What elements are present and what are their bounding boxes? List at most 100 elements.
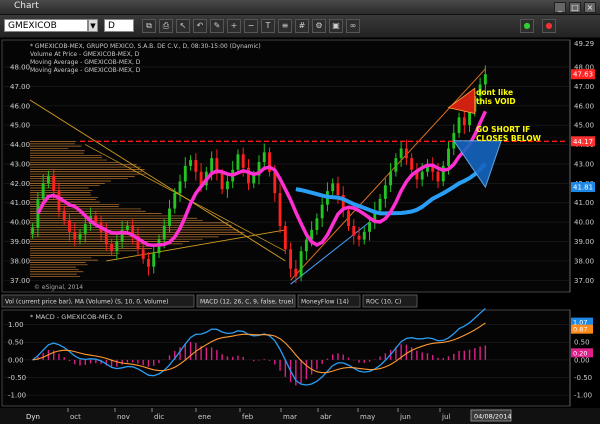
indicator-tabs: Vol (current price bar), MA (Volume) (S,… xyxy=(2,295,417,307)
void-note-text: dont like xyxy=(476,88,513,97)
candle-body xyxy=(184,166,187,182)
candle-body xyxy=(294,269,297,277)
candle-body xyxy=(315,218,318,230)
candle-body xyxy=(337,183,340,195)
candle-body xyxy=(458,117,461,133)
draw-icon[interactable]: ✎ xyxy=(210,19,224,33)
candle-body xyxy=(289,249,292,268)
chart-toolbar: GMEXICOB ▼ D ⧉ ⎙ ↖ ↶ ✎ + − T ≡ # ⚙ ▣ ∞ ● ● xyxy=(0,15,600,38)
indicator-tab-label[interactable]: Vol (current price bar), MA (Volume) (S,… xyxy=(5,299,169,306)
candle-body xyxy=(384,185,387,199)
price-tick-left: 43.00 xyxy=(10,160,30,168)
candle-body xyxy=(194,160,197,172)
macd-tick-right: 0.50 xyxy=(574,339,590,347)
price-header-line: Moving Average - GMEXICOB-MEX, D xyxy=(30,59,141,66)
candle-body xyxy=(58,191,61,210)
candle-body xyxy=(263,152,266,162)
indicator-tab-label[interactable]: ROC (10, C) xyxy=(366,299,401,306)
price-header-line: Moving Average - GMEXICOB-MEX, D xyxy=(30,67,141,74)
window-title: Chart xyxy=(14,1,39,11)
dyn-button[interactable]: Dyn xyxy=(26,413,40,421)
lock-icon[interactable]: ▣ xyxy=(329,19,343,33)
candle-body xyxy=(405,148,408,158)
candle-body xyxy=(437,172,440,182)
candle-body xyxy=(252,176,255,184)
symbol-dropdown-icon[interactable]: ▼ xyxy=(88,19,98,32)
candle-body xyxy=(221,174,224,190)
candle-body xyxy=(242,154,245,168)
candle-body xyxy=(410,158,413,170)
green-icon[interactable]: ● xyxy=(520,19,534,33)
zoom-out-icon[interactable]: − xyxy=(244,19,258,33)
candle-body xyxy=(52,176,55,192)
month-label: jun xyxy=(399,413,411,421)
month-label: nov xyxy=(117,413,130,421)
copyright: © eSignal, 2014 xyxy=(34,284,83,291)
price-tick-right: 46.00 xyxy=(574,102,594,110)
undo-icon[interactable]: ↶ xyxy=(193,19,207,33)
price-tick-left: 40.00 xyxy=(10,219,30,227)
candle-body xyxy=(394,158,397,172)
price-tick-left: 47.00 xyxy=(10,83,30,91)
indicator-tab-label[interactable]: MACD (12, 26, C, 9, false, true) xyxy=(200,299,294,306)
candle-body xyxy=(189,160,192,166)
candle-body xyxy=(142,249,145,259)
macd-tick-left: -0.50 xyxy=(8,374,26,382)
text-icon[interactable]: T xyxy=(261,19,275,33)
close-icon[interactable]: × xyxy=(584,2,596,13)
candle-body xyxy=(352,226,355,236)
resistance-badge: 44.17 xyxy=(573,138,593,146)
candle-body xyxy=(400,148,403,158)
candle-body xyxy=(305,240,308,252)
candle-body xyxy=(447,148,450,165)
cursor-icon[interactable]: ↖ xyxy=(176,19,190,33)
candle-body xyxy=(226,181,229,189)
chart-area[interactable]: 37.00 37.00 38.00 38.00 39.00 39.00 40.00 40.00… xyxy=(0,38,600,424)
link-icon[interactable]: ∞ xyxy=(346,19,360,33)
print-icon[interactable]: ⎙ xyxy=(159,19,173,33)
candle-body xyxy=(110,243,113,251)
candle-body xyxy=(68,220,71,232)
price-tick-right: 39.00 xyxy=(574,238,594,246)
candle-body xyxy=(484,74,487,84)
zoom-in-icon[interactable]: + xyxy=(227,19,241,33)
window-controls: _ □ × xyxy=(554,2,596,13)
settings-icon[interactable]: ⚙ xyxy=(312,19,326,33)
month-label: may xyxy=(360,413,375,421)
candle-body xyxy=(31,228,34,234)
price-tick-left: 37.00 xyxy=(10,277,30,285)
price-tick-right: 47.00 xyxy=(574,83,594,91)
price-tick-right: 40.00 xyxy=(574,219,594,227)
candle-body xyxy=(63,211,66,221)
candle-body xyxy=(468,112,471,126)
fib-icon[interactable]: ≡ xyxy=(278,19,292,33)
ma-badge: 41.81 xyxy=(573,184,593,192)
month-label: abr xyxy=(320,413,332,421)
price-tick-left: 39.00 xyxy=(10,238,30,246)
macd-tick-left: 1.00 xyxy=(8,321,24,329)
price-tick-left: 46.00 xyxy=(10,102,30,110)
date-badge: 04/08/2014 xyxy=(474,413,511,421)
month-label: mar xyxy=(283,413,297,421)
macd-header: * MACD - GMEXICOB-MEX, D xyxy=(30,313,122,321)
candle-body xyxy=(279,193,282,226)
minimize-icon[interactable]: _ xyxy=(554,2,566,13)
price-tick-right: 41.00 xyxy=(574,199,594,207)
symbol-input[interactable]: GMEXICOB xyxy=(4,19,88,32)
red-icon[interactable]: ● xyxy=(542,19,556,33)
short-note-text: GO SHORT IF xyxy=(476,125,530,134)
macd-tick-right: -1.00 xyxy=(574,392,592,400)
maximize-icon[interactable]: □ xyxy=(569,2,581,13)
candle-body xyxy=(147,259,150,267)
candle-body xyxy=(210,158,213,172)
candle-body xyxy=(126,226,129,230)
copy-icon[interactable]: ⧉ xyxy=(142,19,156,33)
indicator-tab-label[interactable]: MoneyFlow (14) xyxy=(301,299,349,306)
interval-select[interactable]: D xyxy=(104,19,134,32)
price-tick-right: 43.00 xyxy=(574,160,594,168)
month-label: oct xyxy=(70,413,81,421)
price-tick-left: 38.00 xyxy=(10,257,30,265)
grid-icon[interactable]: # xyxy=(295,19,309,33)
candle-body xyxy=(284,226,287,249)
price-header-line: * GMEXICOB-MEX, GRUPO MEXICO, S.A.B. DE … xyxy=(30,43,261,50)
